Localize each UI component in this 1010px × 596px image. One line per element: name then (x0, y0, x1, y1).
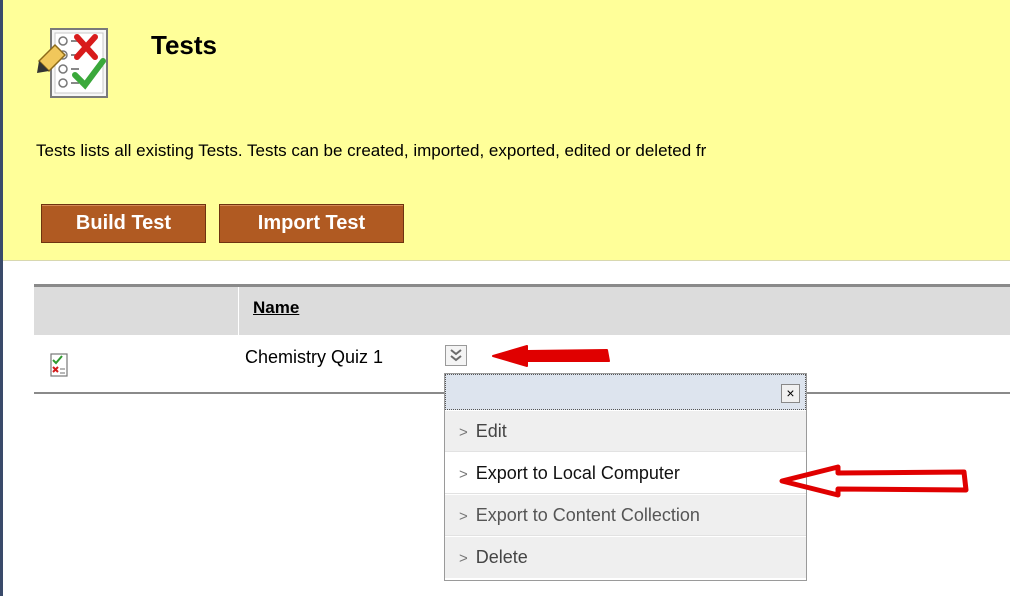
page-header: Tests Tests lists all existing Tests. Te… (3, 0, 1010, 261)
menu-item-export-content-collection[interactable]: > Export to Content Collection (445, 495, 806, 536)
chevron-right-icon: > (459, 466, 468, 483)
menu-item-label: Export to Local Computer (475, 463, 680, 483)
chevron-right-icon: > (459, 508, 468, 525)
row-options-button[interactable] (445, 345, 467, 366)
import-test-button[interactable]: Import Test (219, 204, 404, 243)
menu-item-label: Edit (475, 421, 507, 441)
test-row-icon (50, 353, 68, 377)
red-arrow-annotation (492, 345, 610, 367)
tests-icon (37, 28, 108, 98)
menu-item-label: Export to Content Collection (475, 505, 700, 525)
table-header (34, 287, 1010, 335)
row-context-menu: × > Edit > Export to Local Computer > Expor… (444, 373, 807, 581)
column-header-name[interactable]: Name (253, 298, 299, 318)
build-test-button[interactable]: Build Test (41, 204, 206, 243)
page-description: Tests lists all existing Tests. Tests ca… (36, 141, 707, 160)
menu-item-edit[interactable]: > Edit (445, 411, 806, 452)
menu-item-delete[interactable]: > Delete (445, 537, 806, 578)
row-bottom-border (34, 392, 444, 394)
row-bottom-border-right (806, 392, 1010, 394)
chevron-down-icon (450, 349, 462, 362)
context-menu-header: × (445, 374, 806, 410)
red-arrow-annotation (779, 464, 969, 498)
menu-item-label: Delete (475, 547, 528, 567)
page-title: Tests (151, 30, 217, 60)
chevron-right-icon: > (459, 424, 468, 441)
close-icon[interactable]: × (781, 384, 800, 403)
menu-item-export-local[interactable]: > Export to Local Computer (445, 453, 806, 494)
chevron-right-icon: > (459, 550, 468, 567)
test-name-chemistry-quiz-1[interactable]: Chemistry Quiz 1 (245, 347, 383, 368)
column-divider (238, 287, 239, 335)
